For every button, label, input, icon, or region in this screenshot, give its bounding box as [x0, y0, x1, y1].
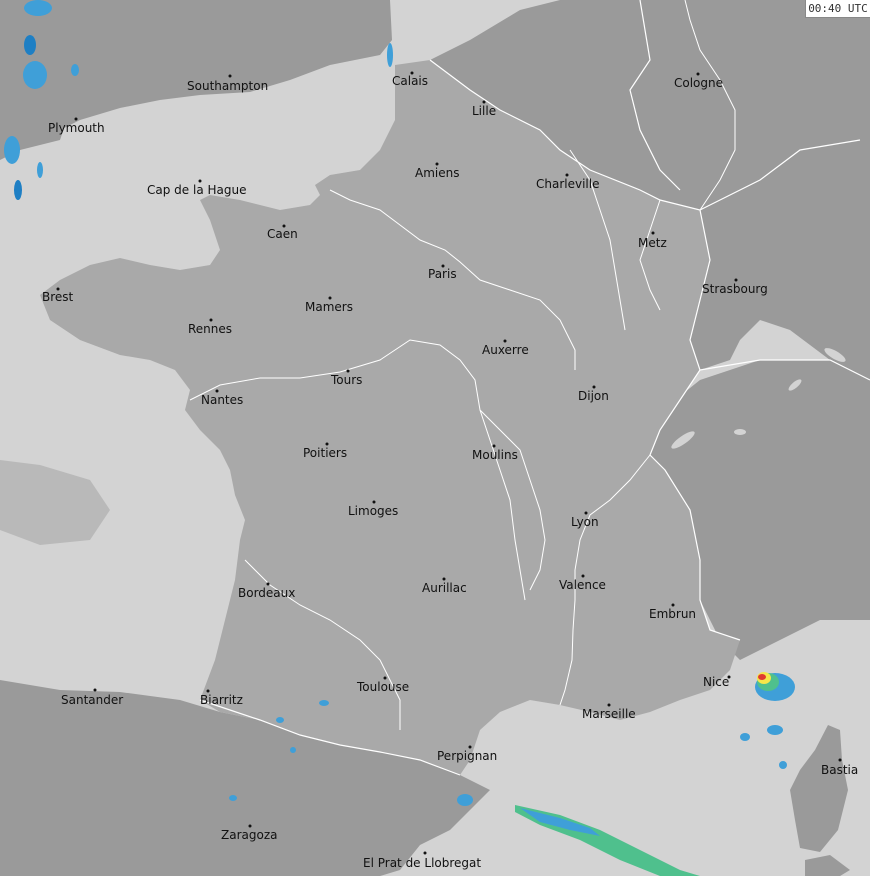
city-label-rennes: Rennes — [188, 322, 232, 336]
city-dot-bastia — [838, 758, 842, 762]
radar-map: Southampton Calais Cologne Plymouth Lille Ami… — [0, 0, 870, 876]
city-label-metz: Metz — [638, 236, 667, 250]
map-canvas: Southampton Calais Cologne Plymouth Lille Ami… — [0, 0, 870, 876]
city-label-auxerre: Auxerre — [482, 343, 529, 357]
city-label-cap-de-la-hague: Cap de la Hague — [147, 183, 246, 197]
city-label-lyon: Lyon — [571, 515, 599, 529]
city-label-bastia: Bastia — [821, 763, 858, 777]
city-label-southampton: Southampton — [187, 79, 268, 93]
city-label-cologne: Cologne — [674, 76, 723, 90]
city-label-santander: Santander — [61, 693, 123, 707]
city-dot-metz — [651, 231, 655, 235]
city-dot-el-prat-de-llobregat — [423, 851, 427, 855]
city-label-caen: Caen — [267, 227, 298, 241]
city-label-poitiers: Poitiers — [303, 446, 347, 460]
city-label-charleville: Charleville — [536, 177, 599, 191]
city-label-tours: Tours — [330, 373, 362, 387]
city-label-mamers: Mamers — [305, 300, 353, 314]
city-label-zaragoza: Zaragoza — [221, 828, 277, 842]
city-label-brest: Brest — [42, 290, 74, 304]
city-label-el-prat-de-llobregat: El Prat de Llobregat — [363, 856, 481, 870]
city-label-aurillac: Aurillac — [422, 581, 467, 595]
city-label-bordeaux: Bordeaux — [238, 586, 295, 600]
city-label-plymouth: Plymouth — [48, 121, 105, 135]
city-label-biarritz: Biarritz — [200, 693, 243, 707]
city-label-dijon: Dijon — [578, 389, 609, 403]
city-label-embrun: Embrun — [649, 607, 696, 621]
city-label-moulins: Moulins — [472, 448, 518, 462]
city-dot-southampton — [228, 74, 232, 78]
city-label-valence: Valence — [559, 578, 606, 592]
city-label-amiens: Amiens — [415, 166, 459, 180]
city-label-nice: Nice — [703, 675, 729, 689]
city-label-toulouse: Toulouse — [356, 680, 409, 694]
city-label-limoges: Limoges — [348, 504, 398, 518]
city-label-perpignan: Perpignan — [437, 749, 497, 763]
city-label-paris: Paris — [428, 267, 457, 281]
city-label-strasbourg: Strasbourg — [702, 282, 768, 296]
timestamp-label: 00:40 UTC — [805, 0, 870, 18]
city-label-lille: Lille — [472, 104, 496, 118]
city-dot-santander — [93, 688, 97, 692]
city-label-calais: Calais — [392, 74, 428, 88]
city-label-marseille: Marseille — [582, 707, 636, 721]
city-label-nantes: Nantes — [201, 393, 243, 407]
